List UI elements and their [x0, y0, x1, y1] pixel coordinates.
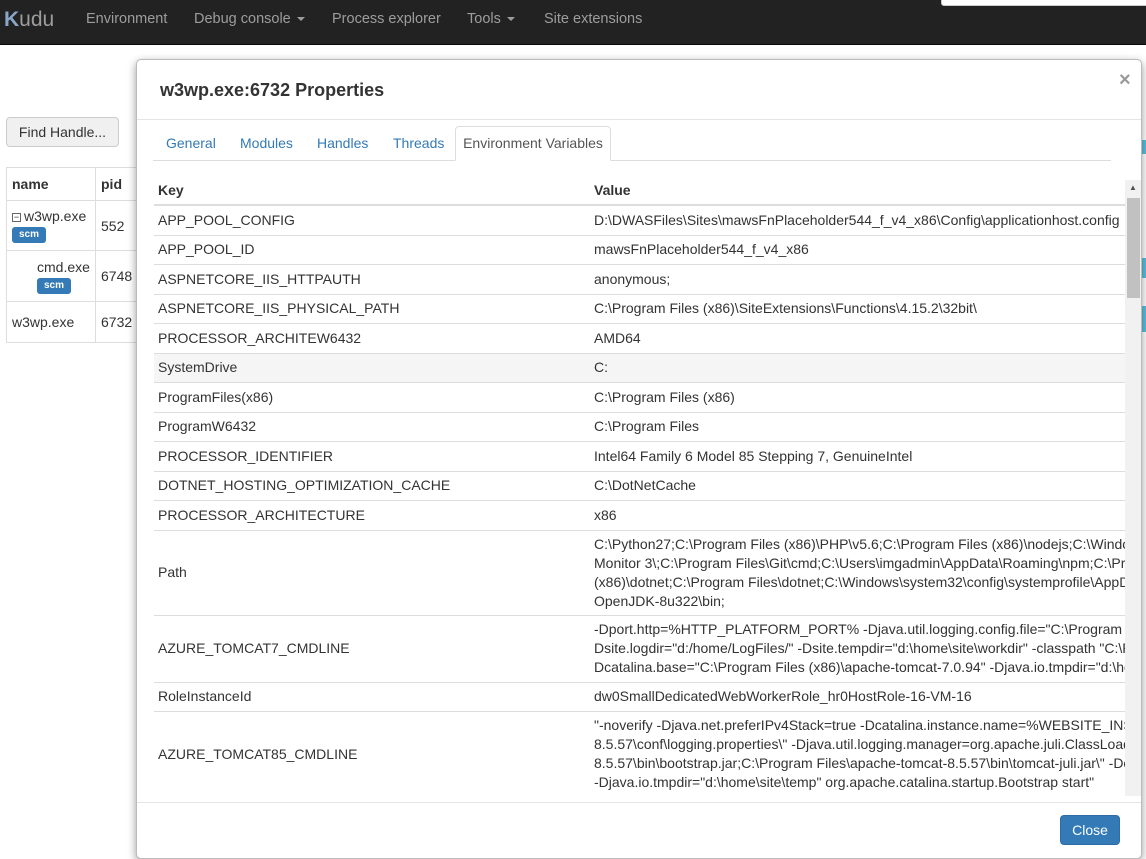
close-button[interactable]: Close [1060, 815, 1120, 845]
env-value-cell: dw0SmallDedicatedWebWorkerRole_hr0HostRo… [590, 681, 1141, 711]
env-value-cell: anonymous; [590, 263, 1141, 294]
process-name-cell: − w3wp.exe scm [6, 200, 96, 251]
env-key-cell: ASPNETCORE_IIS_HTTPAUTH [154, 263, 590, 294]
kudu-brand-logo[interactable]: Kudu [4, 8, 54, 32]
env-key-cell: ProgramW6432 [154, 411, 590, 441]
env-key-cell: APP_POOL_CONFIG [154, 204, 590, 235]
table-row: AZURE_TOMCAT7_CMDLINE -Dport.http=%HTTP_… [154, 614, 1141, 682]
vertical-scrollbar-thumb[interactable] [1127, 198, 1140, 298]
tab-environment-variables[interactable]: Environment Variables [455, 126, 611, 161]
scm-badge[interactable]: scm [37, 277, 72, 294]
navbar-search-input[interactable] [941, 0, 1146, 6]
properties-modal: w3wp.exe:6732 Properties × General Modul… [136, 59, 1142, 859]
table-row: ProgramW6432 C:\Program Files [154, 411, 1141, 441]
env-value-cell: D:\DWASFiles\Sites\mawsFnPlaceholder544_… [590, 204, 1141, 235]
table-row: AZURE_TOMCAT85_CMDLINE "-noverify -Djava… [154, 710, 1141, 796]
table-row: SystemDrive C: [154, 352, 1141, 382]
modal-footer-divider [137, 802, 1141, 803]
env-value-cell: "-noverify -Djava.net.preferIPv4Stack=tr… [590, 710, 1141, 796]
env-key-cell: PROCESSOR_ARCHITEW6432 [154, 322, 590, 353]
nav-site-extensions[interactable]: Site extensions [544, 11, 642, 27]
env-key-cell: PROCESSOR_IDENTIFIER [154, 440, 590, 471]
tab-handles[interactable]: Handles [317, 135, 368, 151]
env-key-cell: APP_POOL_ID [154, 234, 590, 264]
process-name-cell: w3wp.exe [6, 301, 96, 343]
process-pid-cell: 552 [95, 200, 140, 251]
table-row: PROCESSOR_IDENTIFIER Intel64 Family 6 Mo… [154, 440, 1141, 471]
tab-general[interactable]: General [166, 135, 216, 151]
scroll-up-arrow-icon[interactable]: ▲ [1129, 184, 1137, 192]
column-header-name[interactable]: name [6, 167, 96, 201]
env-key-cell: ProgramFiles(x86) [154, 381, 590, 412]
env-key-cell: PROCESSOR_ARCHITECTURE [154, 499, 590, 530]
column-header-key: Key [154, 175, 590, 206]
find-handle-button[interactable]: Find Handle... [6, 117, 119, 147]
env-value-cell: x86 [590, 499, 1141, 530]
table-row: RoleInstanceId dw0SmallDedicatedWebWorke… [154, 681, 1141, 711]
column-header-value: Value [590, 175, 1141, 206]
nav-debug-console[interactable]: Debug console [194, 11, 305, 27]
process-table: name pid − w3wp.exe scm 552 cmd.exe scm 6… [6, 167, 140, 343]
chevron-down-icon [506, 17, 515, 22]
env-value-cell: C:\Python27;C:\Program Files (x86)\PHP\v… [590, 529, 1141, 615]
nav-tools[interactable]: Tools [467, 11, 515, 27]
process-row[interactable]: w3wp.exe 6732 [6, 301, 140, 343]
env-key-cell: RoleInstanceId [154, 681, 590, 711]
column-header-pid[interactable]: pid [95, 167, 140, 201]
env-value-cell: C:\Program Files (x86)\SiteExtensions\Fu… [590, 293, 1141, 323]
table-row: ASPNETCORE_IIS_PHYSICAL_PATH C:\Program … [154, 293, 1141, 323]
process-pid-cell: 6732 [95, 301, 140, 343]
tabs-divider [153, 160, 1111, 161]
chevron-down-icon [296, 17, 305, 22]
env-value-cell: -Dport.http=%HTTP_PLATFORM_PORT% -Djava.… [590, 614, 1141, 682]
env-value-cell: AMD64 [590, 322, 1141, 353]
table-row: APP_POOL_ID mawsFnPlaceholder544_f_v4_x8… [154, 234, 1141, 264]
process-row[interactable]: − w3wp.exe scm 552 [6, 200, 140, 251]
env-value-cell: C:\DotNetCache [590, 470, 1141, 500]
close-icon[interactable]: × [1119, 70, 1131, 90]
vertical-scrollbar[interactable]: ▲ ▼ [1125, 180, 1141, 796]
env-key-cell: DOTNET_HOSTING_OPTIMIZATION_CACHE [154, 470, 590, 500]
process-name-cell: cmd.exe scm [6, 250, 96, 302]
collapse-icon[interactable]: − [12, 213, 21, 222]
table-row: DOTNET_HOSTING_OPTIMIZATION_CACHE C:\Dot… [154, 470, 1141, 500]
table-row: ProgramFiles(x86) C:\Program Files (x86) [154, 381, 1141, 412]
tab-threads[interactable]: Threads [393, 135, 444, 151]
modal-title: w3wp.exe:6732 Properties [160, 80, 385, 100]
env-value-cell: C:\Program Files [590, 411, 1141, 441]
process-pid-cell: 6748 [95, 250, 140, 302]
env-key-cell: AZURE_TOMCAT85_CMDLINE [154, 710, 590, 796]
modal-body: General Modules Handles Threads Environm… [141, 120, 1141, 796]
top-navbar: Kudu Environment Debug console Process e… [0, 0, 1146, 45]
nav-process-explorer[interactable]: Process explorer [332, 11, 441, 27]
env-value-cell: Intel64 Family 6 Model 85 Stepping 7, Ge… [590, 440, 1141, 471]
table-row: PROCESSOR_ARCHITEW6432 AMD64 [154, 322, 1141, 353]
tab-modules[interactable]: Modules [240, 135, 293, 151]
environment-variables-table: Key Value APP_POOL_CONFIG D:\DWASFiles\S… [154, 175, 1141, 796]
table-row: Path C:\Python27;C:\Program Files (x86)\… [154, 529, 1141, 615]
env-key-cell: SystemDrive [154, 352, 590, 382]
table-row: PROCESSOR_ARCHITECTURE x86 [154, 499, 1141, 530]
table-row: APP_POOL_CONFIG D:\DWASFiles\Sites\mawsF… [154, 204, 1141, 235]
env-key-cell: AZURE_TOMCAT7_CMDLINE [154, 614, 590, 682]
env-key-cell: Path [154, 529, 590, 615]
scm-badge[interactable]: scm [12, 227, 47, 243]
nav-environment[interactable]: Environment [86, 11, 167, 27]
env-value-cell: C: [590, 352, 1141, 382]
env-key-cell: ASPNETCORE_IIS_PHYSICAL_PATH [154, 293, 590, 323]
table-row: ASPNETCORE_IIS_HTTPAUTH anonymous; [154, 263, 1141, 294]
process-row[interactable]: cmd.exe scm 6748 [6, 250, 140, 302]
env-value-cell: C:\Program Files (x86) [590, 381, 1141, 412]
env-value-cell: mawsFnPlaceholder544_f_v4_x86 [590, 234, 1141, 264]
